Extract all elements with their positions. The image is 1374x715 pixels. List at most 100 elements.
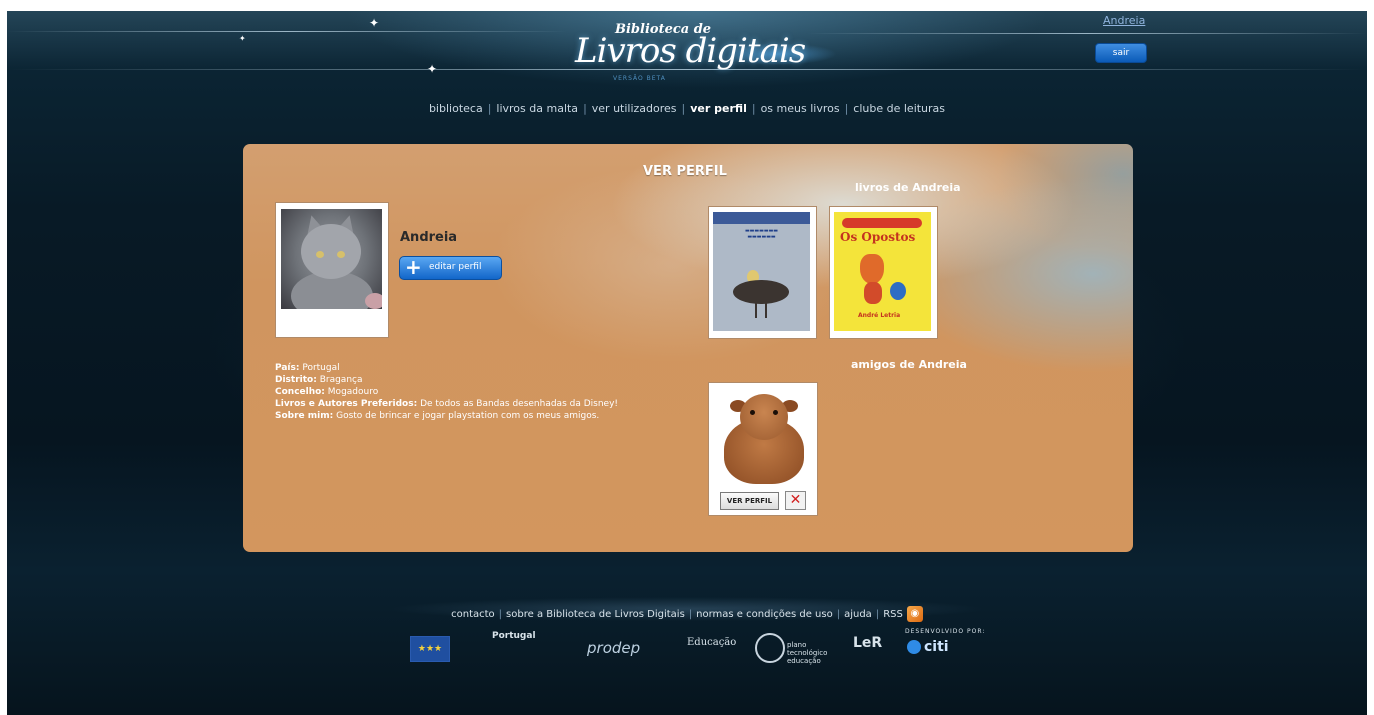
profile-photo-image <box>281 209 382 309</box>
nav-ver-utilizadores[interactable]: ver utilizadores <box>592 102 677 115</box>
pte-logo-text: plano tecnológico educação <box>787 641 828 665</box>
book-cover-2[interactable]: Os Opostos André Letria <box>829 206 938 339</box>
cat-eye <box>337 251 345 258</box>
footer-ajuda[interactable]: ajuda <box>844 609 872 620</box>
cover-bird <box>890 282 906 300</box>
cover-band <box>713 212 810 224</box>
friend-card: VER PERFIL ✕ <box>708 382 818 516</box>
book-cover-image: Os Opostos André Letria <box>834 212 931 331</box>
prodep-logo-text: prodep <box>587 639 641 657</box>
eu-flag-logo[interactable]: ★★★ <box>410 636 450 662</box>
citi-dot-icon <box>907 640 921 654</box>
portugal-logo[interactable]: Portugal <box>492 631 572 665</box>
remove-friend-button[interactable]: ✕ <box>785 491 806 510</box>
user-profile-link[interactable]: Andreia <box>1103 14 1145 27</box>
books-section-title: livros de Andreia <box>855 181 961 194</box>
footer-separator: | <box>875 609 880 620</box>
info-value: Mogadouro <box>327 387 379 397</box>
info-row-pais: País: Portugal <box>275 362 618 374</box>
logo-main-text: Livros digitais <box>575 31 806 71</box>
plus-icon: + <box>405 255 422 279</box>
cover-bird-leg <box>765 302 767 318</box>
nav-separator: | <box>583 102 587 115</box>
logout-button[interactable]: sair <box>1095 43 1147 63</box>
star-icon: ✦ <box>427 62 438 76</box>
footer-separator: | <box>836 609 841 620</box>
footer-rss[interactable]: RSS <box>883 609 903 620</box>
main-nav: biblioteca | livros da malta | ver utilizado… <box>7 102 1367 115</box>
cover-bird <box>733 280 789 304</box>
citi-logo[interactable]: citi <box>907 639 949 673</box>
nav-separator: | <box>751 102 756 115</box>
globe-icon <box>755 633 785 663</box>
book-cover-1[interactable]: ▬▬▬▬▬▬▬ ▬▬▬▬▬▬ <box>708 206 817 339</box>
light-streak <box>7 31 567 32</box>
star-icon: ✦ <box>369 16 380 30</box>
nav-clube-de-leituras[interactable]: clube de leituras <box>853 102 945 115</box>
partner-logos: ★★★ Portugal prodep Educação plano tecno… <box>7 628 1367 673</box>
prodep-logo[interactable]: prodep <box>587 639 640 673</box>
educacao-logo[interactable]: Educação <box>687 637 736 671</box>
info-row-favorites: Livros e Autores Preferidos: De todos as… <box>275 398 618 410</box>
cover-title-lines: ▬▬▬▬▬▬▬ ▬▬▬▬▬▬ <box>744 228 779 240</box>
cover-fox <box>860 254 884 284</box>
info-value: Bragança <box>319 375 363 385</box>
footer-normas[interactable]: normas e condições de uso <box>696 609 833 620</box>
cover-fox-body <box>864 282 882 304</box>
star-icon: ✦ <box>239 34 246 43</box>
nav-livros-da-malta[interactable]: livros da malta <box>496 102 578 115</box>
educacao-logo-text: Educação <box>687 637 737 648</box>
guinea-pig-eye <box>750 410 755 415</box>
page-background: ✦ ✦ ✦ Biblioteca de Livros digitais VERS… <box>7 11 1367 715</box>
ler-logo[interactable]: LeR <box>853 635 882 669</box>
profile-name: Andreia <box>400 230 458 245</box>
info-value: Portugal <box>302 363 340 373</box>
logo-beta-text: VERSÃO BETA <box>613 75 666 82</box>
info-row-concelho: Concelho: Mogadouro <box>275 386 618 398</box>
book-title: Os Opostos <box>840 230 916 244</box>
footer-contacto[interactable]: contacto <box>451 609 495 620</box>
nav-biblioteca[interactable]: biblioteca <box>429 102 483 115</box>
info-row-distrito: Distrito: Bragança <box>275 374 618 386</box>
cover-band <box>842 218 922 228</box>
info-label: Distrito: <box>275 375 317 385</box>
info-label: Sobre mim: <box>275 411 334 421</box>
ler-logo-text: LeR <box>853 635 883 651</box>
info-label: País: <box>275 363 300 373</box>
profile-info: País: Portugal Distrito: Bragança Concel… <box>275 362 618 422</box>
book-cover-image: ▬▬▬▬▬▬▬ ▬▬▬▬▬▬ <box>713 212 810 331</box>
footer-separator: | <box>498 609 503 620</box>
friends-section-title: amigos de Andreia <box>851 358 967 371</box>
nav-separator: | <box>487 102 492 115</box>
book-author: André Letria <box>858 312 901 319</box>
nav-os-meus-livros[interactable]: os meus livros <box>761 102 840 115</box>
rss-icon[interactable]: ◉ <box>906 606 923 622</box>
cat-blanket <box>365 293 382 309</box>
footer-sobre[interactable]: sobre a Biblioteca de Livros Digitais <box>506 609 685 620</box>
cat-eye <box>316 251 324 258</box>
cat-head <box>301 224 361 279</box>
cover-bird-leg <box>755 302 757 318</box>
edit-profile-label: editar perfil <box>429 262 482 272</box>
page-title: VER PERFIL <box>643 164 727 179</box>
friend-avatar[interactable] <box>718 388 808 486</box>
light-streak <box>807 33 1367 34</box>
info-label: Livros e Autores Preferidos: <box>275 399 418 409</box>
view-friend-profile-button[interactable]: VER PERFIL <box>720 492 779 510</box>
footer-links: contacto | sobre a Biblioteca de Livros Di… <box>7 606 1367 622</box>
nav-separator: | <box>844 102 849 115</box>
info-value: De todos as Bandas desenhadas da Disney! <box>420 399 619 409</box>
profile-panel: VER PERFIL Andreia + editar perfil País:… <box>243 144 1133 552</box>
profile-photo <box>275 202 389 338</box>
plano-tecnologico-logo[interactable]: plano tecnológico educação <box>755 633 841 667</box>
nav-separator: | <box>681 102 686 115</box>
edit-profile-button[interactable]: + editar perfil <box>399 256 502 280</box>
citi-logo-text: citi <box>924 639 949 655</box>
footer-separator: | <box>688 609 693 620</box>
info-label: Concelho: <box>275 387 325 397</box>
site-logo[interactable]: Biblioteca de Livros digitais VERSÃO BET… <box>567 13 837 93</box>
guinea-pig-eye <box>773 410 778 415</box>
info-row-about: Sobre mim: Gosto de brincar e jogar play… <box>275 410 618 422</box>
nav-ver-perfil[interactable]: ver perfil <box>690 102 747 115</box>
guinea-pig-head <box>740 394 788 440</box>
